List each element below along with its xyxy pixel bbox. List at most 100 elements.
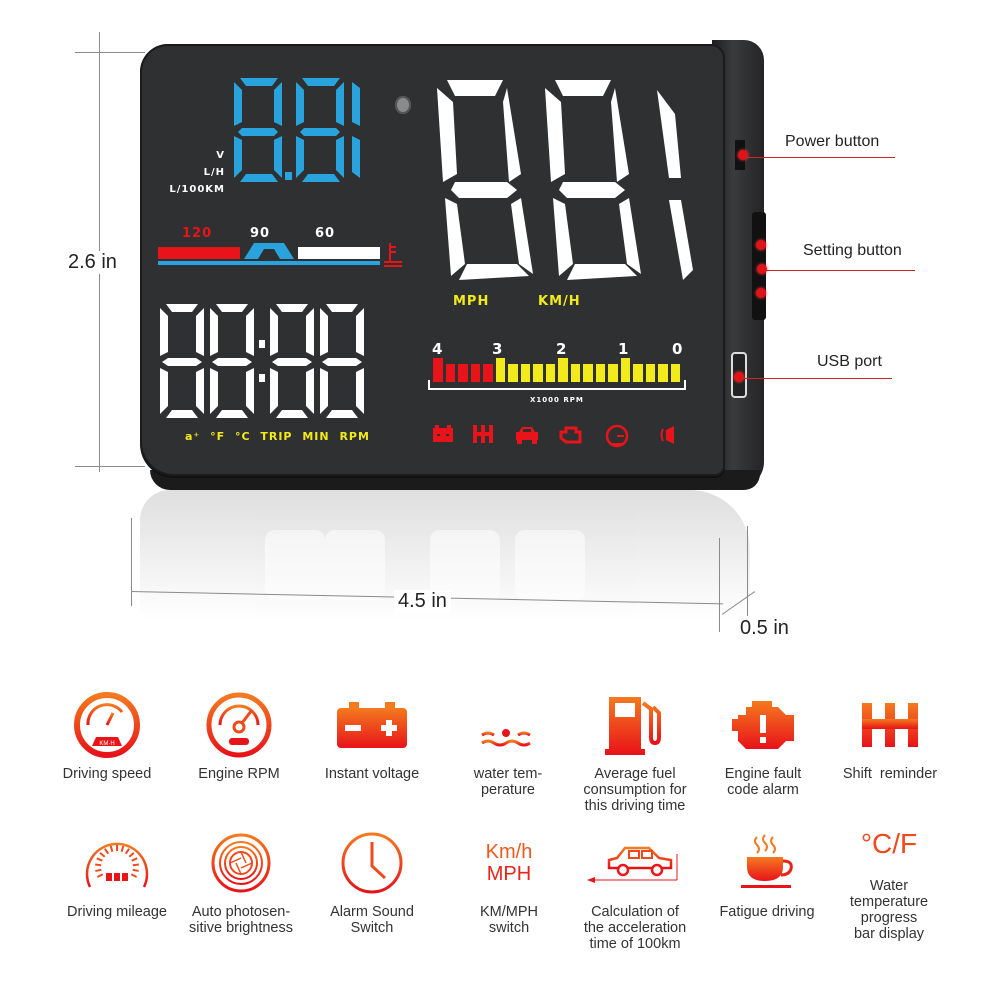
feature-shift-reminder: Shift reminder [825,690,955,782]
odometer-tick [99,852,106,858]
power-button-leader-line [745,157,895,158]
shift-icon [473,425,493,443]
odometer-tick [96,873,104,878]
unit-min: MIN [302,430,330,443]
setting-button-up[interactable] [756,240,766,250]
clock-digit-segment [270,368,278,414]
feature-label: Engine RPM [198,766,280,782]
odometer-tick [120,845,125,852]
setting-button-leader-line [765,270,915,271]
water-temperature-icon [481,701,531,747]
rpm-tick: 1 [618,340,630,358]
unit-c: °C [234,430,251,443]
feature-label: Driving speed [62,766,152,782]
odometer-tick [132,863,139,867]
thermometer-icon [384,243,402,267]
feature-label: Alarm Sound Switch [330,904,414,936]
depth-dimension-label: 0.5 in [736,617,793,640]
feature-water-temperature: water tem- perature [443,690,573,798]
light-sensor-icon [395,96,411,114]
usb-port-marker [734,372,744,382]
feature-km-mph-switch: Km/h MPH KM/MPH switch [444,828,574,936]
power-button-callout: Power button [785,133,880,150]
reflection-ghost [325,530,385,600]
hud-device-screen: V L/H L/100KM 120 90 60 a⁺ °F °C TRIP MI… [140,44,725,476]
engine-fault-icon [732,701,794,749]
rpm-bar-segment [495,358,505,382]
clock-digit-segment [322,358,362,366]
rpm-gauge-icon [206,692,272,758]
clock-digit-segment [216,410,248,418]
clock-digit-segment [160,368,168,414]
odometer-counter-block [122,873,128,881]
feature-label: Calculation of the acceleration time of … [583,904,687,952]
clock-digit-segment [162,358,202,366]
car-icon [516,427,538,444]
clock-digit-segment [210,368,218,414]
clock-units-list: a⁺ °F °C TRIP MIN RPM [185,430,370,443]
feature-label: Average fuel consumption for this drivin… [583,766,687,814]
rpm-tick: 4 [432,340,444,358]
height-dimension-bottom-tick [75,466,145,467]
unit-f: °F [210,430,226,443]
speedometer-icon [605,424,629,448]
feature-label: Fatigue driving [719,904,815,920]
clock-digit-segment [356,368,364,414]
feature-label: Driving mileage [67,904,167,920]
unit-l100km: L/100KM [169,184,225,195]
clock-colon [259,374,265,382]
engine-icon [559,426,582,444]
clock-digit-segment [166,304,198,312]
feature-driving-speed: KM·H Driving speed [42,690,172,782]
reflection-ghost [265,530,325,600]
usb-port-callout: USB port [817,353,882,370]
aperture-icon [211,833,271,893]
feature-average-fuel: Average fuel consumption for this drivin… [570,690,700,814]
height-dimension-label: 2.6 in [64,251,121,274]
odometer-tick [128,852,135,858]
clock-digit-segment [210,308,218,356]
odometer-counter-block [106,873,112,881]
temp-bar-hot [158,247,240,259]
setting-button-down[interactable] [756,288,766,298]
clock-digit-segment [276,304,308,312]
rpm-tick: 0 [672,340,684,358]
temp-bar-baseline [158,261,380,265]
feature-label: Shift reminder [842,766,938,782]
clock-readout-digits [160,304,364,418]
feature-acceleration-time: Calculation of the acceleration time of … [570,828,700,952]
reflection-ghost [515,530,585,600]
width-dimension-label: 4.5 in [394,590,451,613]
height-dimension-top-tick [75,52,145,53]
feature-label: Engine fault code alarm [724,766,802,798]
clock-digit-segment [196,368,204,414]
icon-text-mph: MPH [486,863,532,885]
feature-alarm-sound: Alarm Sound Switch [307,828,437,936]
clock-digit-segment [272,358,312,366]
clock-digit-segment [246,308,254,356]
clock-digit-segment [276,410,308,418]
speed-readout-digits [437,80,693,280]
rpm-bar-segment [558,358,568,382]
feature-instant-voltage: Instant voltage [307,690,437,782]
rpm-bar-graph [432,358,682,398]
clock-colon [259,340,265,348]
coffee-cup-icon [741,834,793,888]
unit-lh: L/H [203,167,225,178]
setting-button-ok[interactable] [757,264,767,274]
voltage-readout-digits [234,78,360,182]
rpm-bar-label: X1000 RPM [530,396,584,404]
voltage-units-list: V L/H L/100KM [165,147,225,198]
clock-digit-segment [326,304,358,312]
clock-digit-segment [246,368,254,414]
feature-driving-mileage: Driving mileage [52,828,182,920]
clock-digit-segment [196,308,204,356]
odometer-icon [85,842,149,888]
odometer-tick [130,873,138,878]
clock-digit-segment [320,368,328,414]
feature-water-temp-bar-display: °C/F Water temperature progress bar disp… [824,828,954,942]
odometer-tick [96,857,103,862]
clock-digit-segment [216,304,248,312]
rpm-bar-segment [620,358,630,382]
speedometer-kmh-icon: KM·H [74,692,140,758]
